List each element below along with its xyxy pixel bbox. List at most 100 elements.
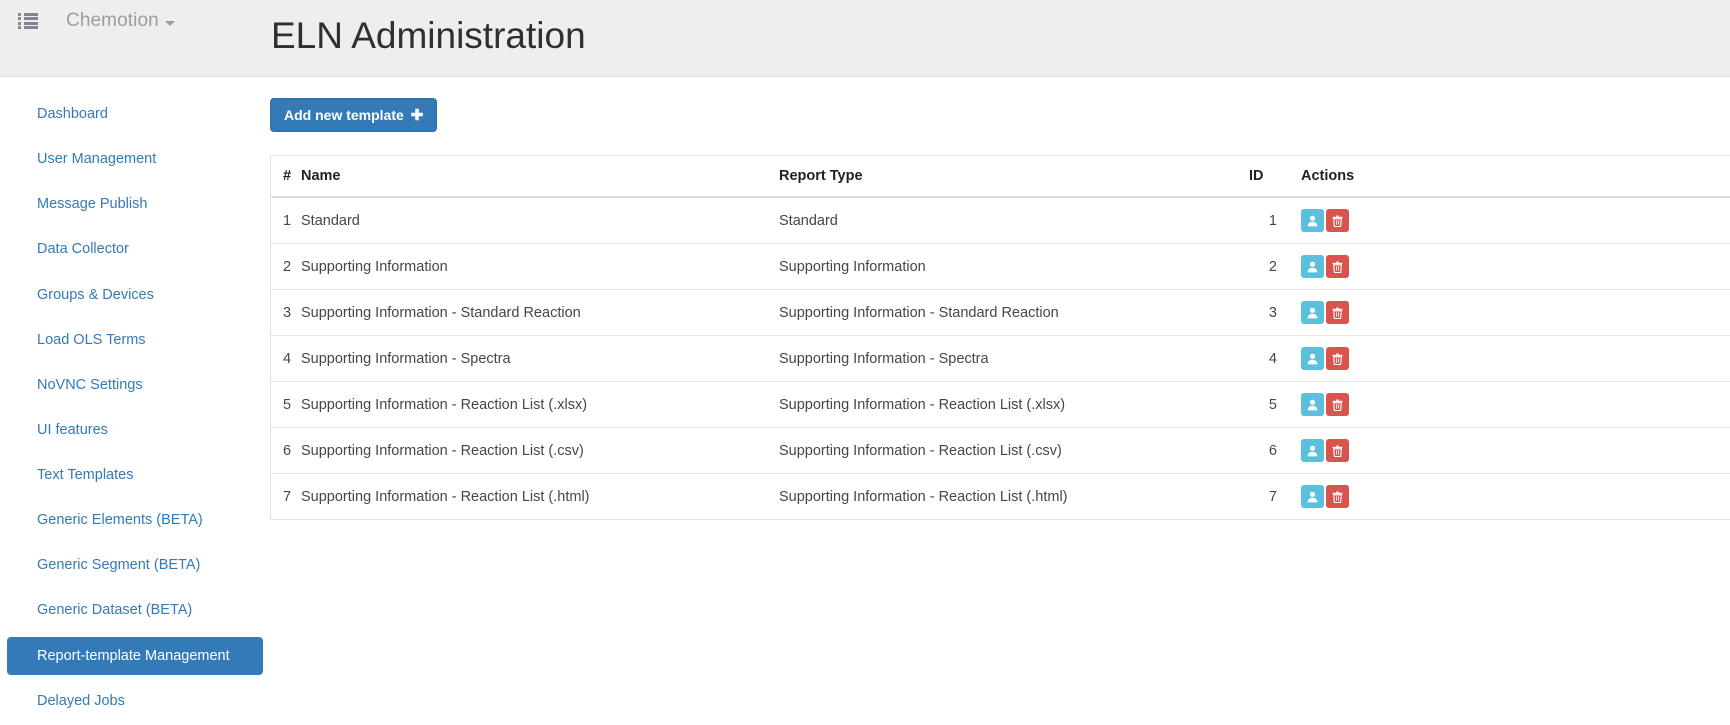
user-icon [1307, 307, 1318, 319]
plus-icon: ✚ [411, 108, 424, 123]
cell-report-type: Supporting Information [779, 244, 1249, 290]
column-header-actions: Actions [1301, 156, 1730, 197]
cell-id: 5 [1249, 382, 1301, 428]
trash-icon [1332, 215, 1343, 227]
cell-index: 7 [271, 474, 301, 520]
trash-icon [1332, 261, 1343, 273]
cell-index: 4 [271, 336, 301, 382]
cell-actions [1301, 197, 1730, 244]
cell-id: 7 [1249, 474, 1301, 520]
trash-icon [1332, 353, 1343, 365]
cell-actions [1301, 382, 1730, 428]
cell-name: Supporting Information - Spectra [301, 336, 779, 382]
sidebar-item-data-collector[interactable]: Data Collector [7, 230, 263, 268]
cell-name: Standard [301, 197, 779, 244]
sidebar-item-generic-dataset[interactable]: Generic Dataset (BETA) [7, 591, 263, 629]
page-title: ELN Administration [271, 16, 586, 57]
page-layout: Dashboard User Management Message Publis… [0, 77, 1730, 725]
report-templates-table-container: # Name Report Type ID Actions 1 Standard… [270, 155, 1730, 520]
table-row: 1 Standard Standard 1 [271, 197, 1730, 244]
cell-id: 4 [1249, 336, 1301, 382]
column-header-name: Name [301, 156, 779, 197]
cell-actions [1301, 290, 1730, 336]
sidebar-item-user-management[interactable]: User Management [7, 140, 263, 178]
cell-report-type: Supporting Information - Reaction List (… [779, 382, 1249, 428]
cell-actions [1301, 428, 1730, 474]
cell-actions [1301, 474, 1730, 520]
delete-template-button[interactable] [1326, 301, 1349, 324]
sidebar-item-message-publish[interactable]: Message Publish [7, 185, 263, 223]
table-header: # Name Report Type ID Actions [271, 156, 1730, 197]
cell-report-type: Supporting Information - Spectra [779, 336, 1249, 382]
user-icon [1307, 399, 1318, 411]
delete-template-button[interactable] [1326, 485, 1349, 508]
table-row: 7 Supporting Information - Reaction List… [271, 474, 1730, 520]
user-icon [1307, 261, 1318, 273]
cell-index: 1 [271, 197, 301, 244]
sidebar-item-groups-devices[interactable]: Groups & Devices [7, 276, 263, 314]
cell-report-type: Supporting Information - Reaction List (… [779, 428, 1249, 474]
delete-template-button[interactable] [1326, 255, 1349, 278]
edit-template-button[interactable] [1301, 485, 1324, 508]
edit-template-button[interactable] [1301, 255, 1324, 278]
user-icon [1307, 445, 1318, 457]
edit-template-button[interactable] [1301, 209, 1324, 232]
user-icon [1307, 353, 1318, 365]
sidebar-item-delayed-jobs[interactable]: Delayed Jobs [7, 682, 263, 720]
user-icon [1307, 215, 1318, 227]
cell-id: 6 [1249, 428, 1301, 474]
cell-index: 6 [271, 428, 301, 474]
cell-name: Supporting Information - Reaction List (… [301, 428, 779, 474]
sidebar-item-generic-segment[interactable]: Generic Segment (BETA) [7, 546, 263, 584]
cell-report-type: Supporting Information - Standard Reacti… [779, 290, 1249, 336]
sidebar-item-ui-features[interactable]: UI features [7, 411, 263, 449]
sidebar-item-generic-elements[interactable]: Generic Elements (BETA) [7, 501, 263, 539]
cell-id: 3 [1249, 290, 1301, 336]
cell-name: Supporting Information [301, 244, 779, 290]
navbar-left-group: Chemotion [0, 0, 175, 32]
table-body: 1 Standard Standard 1 [271, 197, 1730, 519]
cell-index: 2 [271, 244, 301, 290]
trash-icon [1332, 491, 1343, 503]
delete-template-button[interactable] [1326, 347, 1349, 370]
cell-id: 1 [1249, 197, 1301, 244]
table-row: 2 Supporting Information Supporting Info… [271, 244, 1730, 290]
brand-label: Chemotion [66, 10, 159, 32]
cell-name: Supporting Information - Reaction List (… [301, 382, 779, 428]
add-new-template-button[interactable]: Add new template ✚ [270, 98, 437, 132]
trash-icon [1332, 307, 1343, 319]
column-header-id: ID [1249, 156, 1301, 197]
table-row: 6 Supporting Information - Reaction List… [271, 428, 1730, 474]
delete-template-button[interactable] [1326, 209, 1349, 232]
trash-icon [1332, 445, 1343, 457]
delete-template-button[interactable] [1326, 439, 1349, 462]
sidebar-nav: Dashboard User Management Message Publis… [0, 77, 270, 725]
cell-index: 5 [271, 382, 301, 428]
sidebar-item-report-template-management[interactable]: Report-template Management [7, 637, 263, 675]
main-content: Add new template ✚ # Name Report Type ID… [270, 77, 1730, 725]
table-row: 3 Supporting Information - Standard Reac… [271, 290, 1730, 336]
table-row: 5 Supporting Information - Reaction List… [271, 382, 1730, 428]
sidebar-item-load-ols-terms[interactable]: Load OLS Terms [7, 321, 263, 359]
brand-dropdown[interactable]: Chemotion [66, 10, 175, 32]
user-icon [1307, 491, 1318, 503]
sidebar-item-novnc-settings[interactable]: NoVNC Settings [7, 366, 263, 404]
cell-id: 2 [1249, 244, 1301, 290]
column-header-index: # [271, 156, 301, 197]
cell-name: Supporting Information - Reaction List (… [301, 474, 779, 520]
table-row: 4 Supporting Information - Spectra Suppo… [271, 336, 1730, 382]
delete-template-button[interactable] [1326, 393, 1349, 416]
sidebar-item-text-templates[interactable]: Text Templates [7, 456, 263, 494]
edit-template-button[interactable] [1301, 439, 1324, 462]
cell-actions [1301, 336, 1730, 382]
cell-report-type: Supporting Information - Reaction List (… [779, 474, 1249, 520]
column-header-report-type: Report Type [779, 156, 1249, 197]
list-menu-icon[interactable] [18, 13, 38, 29]
sidebar-item-dashboard[interactable]: Dashboard [7, 95, 263, 133]
edit-template-button[interactable] [1301, 393, 1324, 416]
edit-template-button[interactable] [1301, 347, 1324, 370]
edit-template-button[interactable] [1301, 301, 1324, 324]
cell-report-type: Standard [779, 197, 1249, 244]
caret-down-icon [165, 21, 175, 26]
trash-icon [1332, 399, 1343, 411]
